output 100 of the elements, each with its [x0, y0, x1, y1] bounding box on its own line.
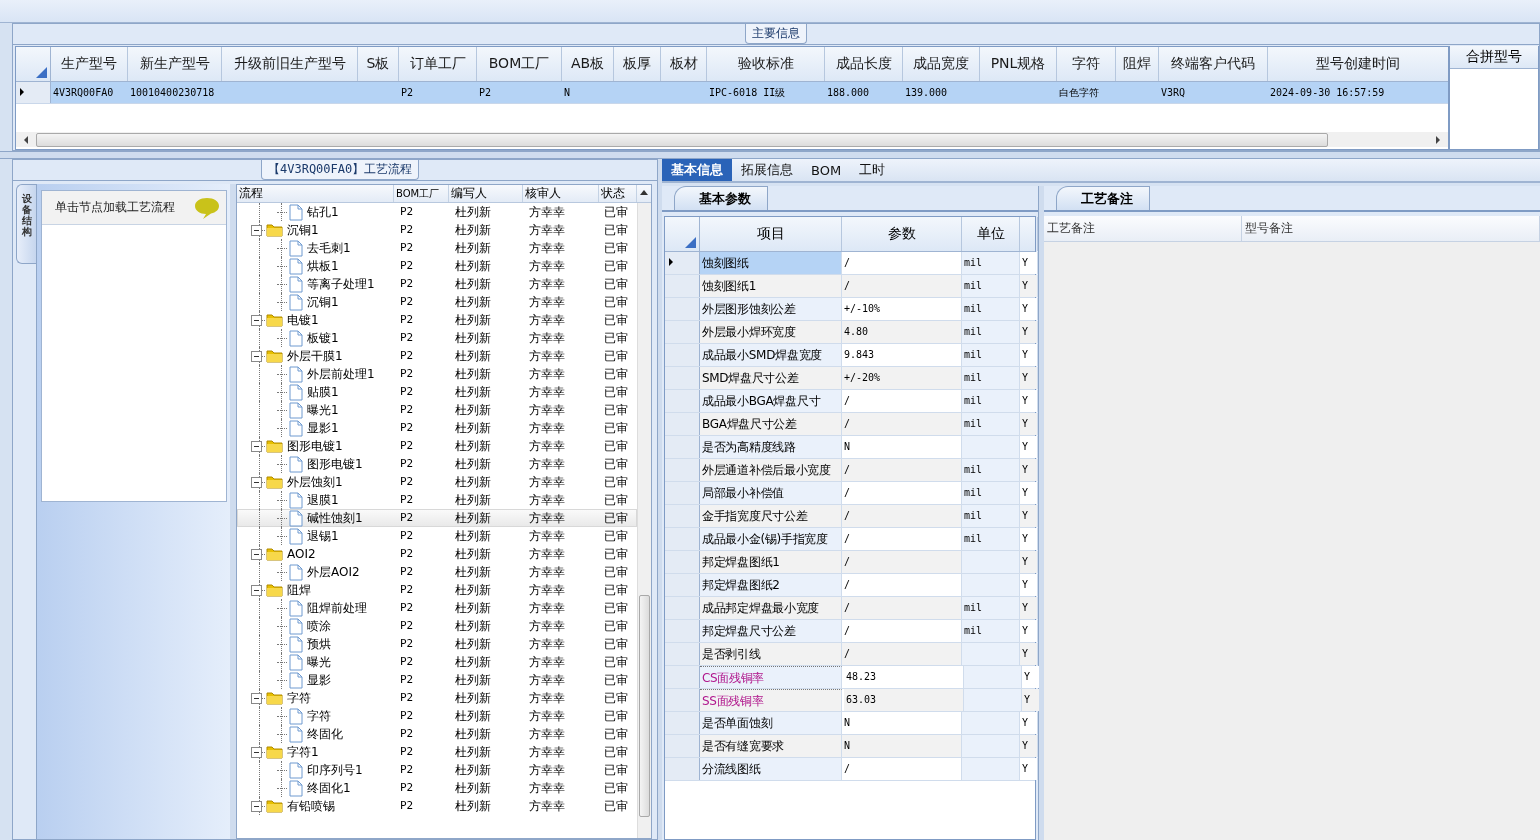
tree-row[interactable]: 外层前处理1 P2 杜列新 方幸幸 已审 — [237, 365, 637, 383]
row-header[interactable] — [665, 666, 700, 688]
column-header[interactable]: 验收标准 — [707, 47, 825, 81]
row-header[interactable] — [665, 758, 700, 780]
tree-row[interactable]: 有铅喷锡 P2 杜列新 方幸幸 已审 — [237, 797, 637, 815]
tree-row[interactable]: 显影 P2 杜列新 方幸幸 已审 — [237, 671, 637, 689]
tree-row[interactable]: 烘板1 P2 杜列新 方幸幸 已审 — [237, 257, 637, 275]
column-header[interactable]: 生产型号 — [51, 47, 128, 81]
tree-row[interactable]: 终固化 P2 杜列新 方幸幸 已审 — [237, 725, 637, 743]
splitter-handle[interactable] — [1039, 186, 1044, 840]
tree-row[interactable]: 字符 P2 杜列新 方幸幸 已审 — [237, 689, 637, 707]
column-header[interactable]: 流程 — [237, 185, 394, 202]
tree-row[interactable]: 去毛刺1 P2 杜列新 方幸幸 已审 — [237, 239, 637, 257]
tree-row[interactable]: 外层AOI2 P2 杜列新 方幸幸 已审 — [237, 563, 637, 581]
row-header[interactable] — [665, 275, 700, 297]
column-header[interactable]: BOM工厂 — [394, 185, 449, 202]
column-header[interactable]: AB板 — [562, 47, 614, 81]
collapse-icon[interactable] — [251, 584, 262, 596]
column-header[interactable]: 型号备注 — [1242, 216, 1540, 241]
column-header[interactable]: 项目 — [700, 217, 842, 251]
scroll-up-icon[interactable] — [640, 190, 648, 195]
row-header[interactable] — [665, 413, 700, 435]
splitter-handle[interactable] — [0, 151, 1540, 159]
tree-row[interactable]: AOI2 P2 杜列新 方幸幸 已审 — [237, 545, 637, 563]
tree-row[interactable]: 印序列号1 P2 杜列新 方幸幸 已审 — [237, 761, 637, 779]
tree-row[interactable]: 退锡1 P2 杜列新 方幸幸 已审 — [237, 527, 637, 545]
tree-row[interactable]: 等离子处理1 P2 杜列新 方幸幸 已审 — [237, 275, 637, 293]
tree-row[interactable]: 沉铜1 P2 杜列新 方幸幸 已审 — [237, 293, 637, 311]
column-header[interactable]: 成品宽度 — [903, 47, 980, 81]
splitter-handle[interactable] — [230, 184, 236, 839]
collapse-icon[interactable] — [251, 314, 262, 326]
tree-row[interactable]: 外层干膜1 P2 杜列新 方幸幸 已审 — [237, 347, 637, 365]
row-header[interactable] — [16, 82, 51, 103]
collapse-icon[interactable] — [251, 350, 262, 362]
collapse-icon[interactable] — [251, 440, 262, 452]
column-header[interactable]: 订单工厂 — [399, 47, 477, 81]
column-header[interactable]: S板 — [358, 47, 399, 81]
row-header[interactable] — [665, 551, 700, 573]
column-header[interactable]: 核审人 — [523, 185, 599, 202]
column-header[interactable]: 单位 — [962, 217, 1020, 251]
tree-row[interactable]: 曝光 P2 杜列新 方幸幸 已审 — [237, 653, 637, 671]
row-header[interactable] — [665, 597, 700, 619]
row-header[interactable] — [665, 505, 700, 527]
tree-row[interactable]: 沉铜1 P2 杜列新 方幸幸 已审 — [237, 221, 637, 239]
row-header[interactable] — [665, 482, 700, 504]
row-header[interactable] — [665, 712, 700, 734]
tree-row[interactable]: 预烘 P2 杜列新 方幸幸 已审 — [237, 635, 637, 653]
tree-row[interactable]: 图形电镀1 P2 杜列新 方幸幸 已审 — [237, 455, 637, 473]
row-header[interactable] — [665, 620, 700, 642]
tab[interactable]: BOM — [802, 159, 851, 181]
column-header[interactable]: 新生产型号 — [128, 47, 222, 81]
row-header[interactable] — [665, 643, 700, 665]
column-header[interactable]: 升级前旧生产型号 — [222, 47, 358, 81]
tree-row[interactable]: 电镀1 P2 杜列新 方幸幸 已审 — [237, 311, 637, 329]
collapse-icon[interactable] — [251, 800, 262, 812]
row-header[interactable] — [665, 735, 700, 757]
row-header[interactable] — [665, 459, 700, 481]
column-header[interactable]: 编写人 — [449, 185, 523, 202]
side-tab[interactable]: 设备结构 — [16, 184, 36, 264]
column-header[interactable]: 板厚 — [614, 47, 661, 81]
column-header[interactable]: 板材 — [661, 47, 707, 81]
tree-row[interactable]: 阻焊 P2 杜列新 方幸幸 已审 — [237, 581, 637, 599]
column-header[interactable]: 成品长度 — [825, 47, 903, 81]
column-header[interactable]: 合拼型号 — [1450, 46, 1538, 69]
row-header[interactable] — [665, 574, 700, 596]
column-header[interactable]: 字符 — [1057, 47, 1116, 81]
row-header[interactable] — [665, 298, 700, 320]
tree-row[interactable]: 碱性蚀刻1 P2 杜列新 方幸幸 已审 — [237, 509, 637, 527]
panel-tab[interactable]: 基本参数 — [674, 186, 768, 210]
panel-tab[interactable]: 工艺备注 — [1056, 186, 1150, 210]
tree-row[interactable]: 终固化1 P2 杜列新 方幸幸 已审 — [237, 779, 637, 797]
row-header[interactable] — [665, 689, 700, 711]
row-header[interactable] — [665, 390, 700, 412]
collapse-icon[interactable] — [251, 746, 262, 758]
tab[interactable]: 工时 — [850, 159, 895, 181]
row-header[interactable] — [665, 252, 700, 274]
column-header[interactable]: 工艺备注 — [1044, 216, 1242, 241]
column-header[interactable]: 终端客户代码 — [1159, 47, 1268, 81]
collapse-icon[interactable] — [251, 548, 262, 560]
tree-row[interactable]: 钻孔1 P2 杜列新 方幸幸 已审 — [237, 203, 637, 221]
tree-row[interactable]: 阻焊前处理 P2 杜列新 方幸幸 已审 — [237, 599, 637, 617]
column-header[interactable]: 阻焊 — [1116, 47, 1159, 81]
tree-row[interactable]: 图形电镀1 P2 杜列新 方幸幸 已审 — [237, 437, 637, 455]
collapse-icon[interactable] — [251, 476, 262, 488]
tree-row[interactable]: 曝光1 P2 杜列新 方幸幸 已审 — [237, 401, 637, 419]
column-header[interactable]: BOM工厂 — [477, 47, 562, 81]
row-header[interactable] — [665, 436, 700, 458]
row-header[interactable] — [665, 344, 700, 366]
tree-row[interactable]: 喷涂 P2 杜列新 方幸幸 已审 — [237, 617, 637, 635]
collapse-icon[interactable] — [251, 692, 262, 704]
tree-row[interactable]: 贴膜1 P2 杜列新 方幸幸 已审 — [237, 383, 637, 401]
tree-row[interactable]: 字符 P2 杜列新 方幸幸 已审 — [237, 707, 637, 725]
tab[interactable]: 基本信息 — [662, 159, 732, 181]
row-header[interactable] — [665, 528, 700, 550]
tab[interactable]: 拓展信息 — [732, 159, 802, 181]
tree-row[interactable]: 字符1 P2 杜列新 方幸幸 已审 — [237, 743, 637, 761]
horizontal-scrollbar[interactable] — [16, 132, 1448, 147]
tree-row[interactable]: 板镀1 P2 杜列新 方幸幸 已审 — [237, 329, 637, 347]
tree-row[interactable]: 显影1 P2 杜列新 方幸幸 已审 — [237, 419, 637, 437]
row-header[interactable] — [665, 321, 700, 343]
